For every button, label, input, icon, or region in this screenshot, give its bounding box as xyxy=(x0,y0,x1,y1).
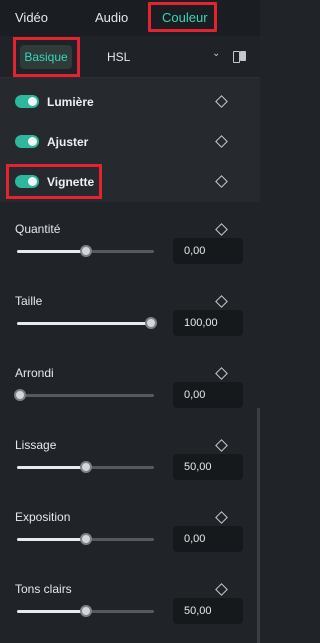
slider-fill xyxy=(17,322,148,325)
keyframe-diamond-icon[interactable] xyxy=(215,175,228,188)
slider-track[interactable] xyxy=(17,533,154,545)
value-field[interactable]: 50,00 xyxy=(173,598,243,624)
section-row-lumiere: Lumière xyxy=(0,82,260,122)
value-field[interactable]: 0,00 xyxy=(173,238,243,264)
slider-handle[interactable] xyxy=(79,461,92,473)
slider-handle[interactable] xyxy=(145,317,157,329)
slider-track[interactable] xyxy=(17,605,154,617)
slider-track[interactable] xyxy=(14,389,154,401)
keyframe-diamond-icon[interactable] xyxy=(215,511,228,524)
keyframe-diamond-icon[interactable] xyxy=(215,583,228,596)
tab-video[interactable]: Vidéo xyxy=(15,10,48,25)
slider-label: Lissage xyxy=(15,438,57,452)
value-field[interactable]: 0,00 xyxy=(173,382,243,408)
adjustment-sections: Lumière Ajuster Vignette xyxy=(0,78,260,202)
slider-label: Exposition xyxy=(15,510,71,524)
keyframe-diamond-icon[interactable] xyxy=(215,367,228,380)
tab-audio[interactable]: Audio xyxy=(95,10,128,25)
ajuster-toggle[interactable] xyxy=(15,135,39,148)
panel-tabs: Vidéo Audio Couleur xyxy=(0,0,260,36)
slider-handle[interactable] xyxy=(79,533,92,545)
slider-fill xyxy=(17,250,83,253)
slider-handle[interactable] xyxy=(79,605,92,617)
value-field[interactable]: 100,00 xyxy=(173,310,243,336)
section-label: Lumière xyxy=(47,95,94,109)
slider-handle[interactable] xyxy=(79,245,92,257)
keyframe-diamond-icon[interactable] xyxy=(215,95,228,108)
subtab-hsl[interactable]: HSL xyxy=(107,50,130,64)
compare-view-icon[interactable] xyxy=(233,51,246,63)
slider-taille: Taille 100,00 xyxy=(0,294,260,366)
section-label: Ajuster xyxy=(47,135,89,149)
slider-label: Arrondi xyxy=(15,366,54,380)
keyframe-diamond-icon[interactable] xyxy=(215,439,228,452)
section-row-ajuster: Ajuster xyxy=(0,122,260,162)
chevron-down-icon[interactable]: ⌄ xyxy=(212,48,220,59)
lumiere-toggle[interactable] xyxy=(15,95,39,108)
keyframe-diamond-icon[interactable] xyxy=(215,295,228,308)
slider-label: Tons clairs xyxy=(15,582,72,596)
slider-fill xyxy=(17,610,83,613)
value-field[interactable]: 50,00 xyxy=(173,454,243,480)
slider-arrondi: Arrondi 0,00 xyxy=(0,366,260,438)
scrollbar[interactable] xyxy=(257,408,260,643)
tab-couleur-highlight xyxy=(148,2,217,32)
color-subtabs: Basique HSL ⌄ xyxy=(0,36,260,78)
slider-tons-clairs: Tons clairs 50,00 xyxy=(0,582,260,643)
slider-quantite: Quantité 0,00 xyxy=(0,222,260,294)
slider-track[interactable] xyxy=(17,461,154,473)
value-field[interactable]: 0,00 xyxy=(173,526,243,552)
slider-exposition: Exposition 0,00 xyxy=(0,510,260,582)
slider-label: Taille xyxy=(15,294,43,308)
slider-label: Quantité xyxy=(15,222,61,236)
slider-track[interactable] xyxy=(17,317,157,329)
slider-lissage: Lissage 50,00 xyxy=(0,438,260,510)
slider-handle[interactable] xyxy=(14,389,26,401)
keyframe-diamond-icon[interactable] xyxy=(215,135,228,148)
slider-fill xyxy=(17,538,83,541)
slider-fill xyxy=(17,466,83,469)
slider-track[interactable] xyxy=(17,245,154,257)
keyframe-diamond-icon[interactable] xyxy=(215,223,228,236)
subtab-basique-highlight xyxy=(13,37,80,77)
vignette-highlight xyxy=(6,164,102,199)
